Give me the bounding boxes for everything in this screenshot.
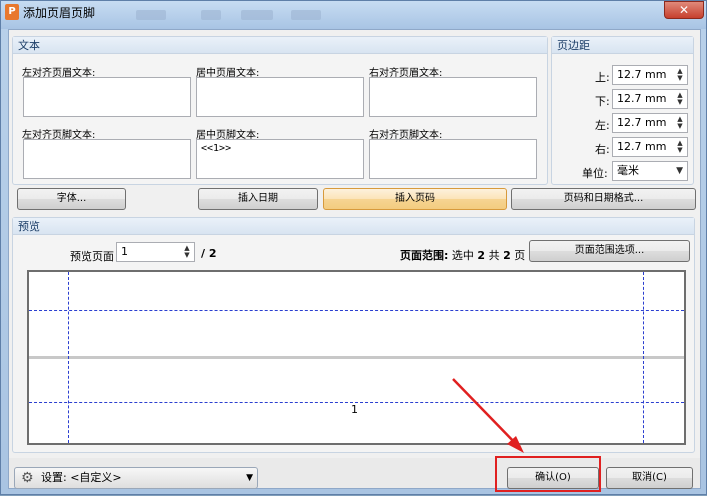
header-center-input[interactable]	[196, 77, 364, 117]
app-icon: P	[5, 4, 19, 20]
dialog-title: 添加页眉页脚	[23, 6, 96, 20]
page-range-suffix: 页	[514, 249, 526, 262]
chevron-down-icon[interactable]: ▼	[246, 468, 253, 488]
insert-page-number-button[interactable]: 插入页码	[323, 188, 507, 210]
preview-group-title: 预览	[13, 218, 694, 235]
footer-center-input[interactable]: <<1>>	[196, 139, 364, 179]
background-blur	[136, 10, 166, 20]
spin-arrows-icon[interactable]: ▲ ▼	[676, 140, 684, 154]
footer-left-input[interactable]	[23, 139, 191, 179]
margin-top-label: 上:	[595, 71, 610, 84]
settings-label: 设置:	[41, 471, 67, 484]
unit-value: 毫米	[617, 164, 639, 177]
gear-icon: ⚙	[21, 470, 34, 486]
margin-right-value: 12.7 mm	[617, 140, 667, 153]
text-group-title: 文本	[13, 37, 547, 54]
page-range-options-button[interactable]: 页面范围选项...	[529, 240, 690, 262]
settings-select[interactable]: ⚙ 设置: <自定义> ▼	[14, 467, 258, 489]
preview-page-value: 1	[121, 245, 128, 258]
page-range-mid: 共	[488, 249, 500, 262]
margins-group-title: 页边距	[552, 37, 693, 54]
margin-right-label: 右:	[595, 143, 610, 156]
spin-arrows-icon[interactable]: ▲ ▼	[183, 245, 191, 259]
right-margin-guide	[643, 272, 644, 443]
page-range-selected: 2	[477, 249, 486, 262]
cancel-button[interactable]: 取消(C)	[606, 467, 693, 489]
spin-arrows-icon[interactable]: ▲ ▼	[676, 116, 684, 130]
margin-left-label: 左:	[595, 119, 610, 132]
footer-right-input[interactable]	[369, 139, 537, 179]
left-margin-guide	[68, 272, 69, 443]
margins-group: 页边距 上: 12.7 mm ▲ ▼ 下: 12.7 mm ▲ ▼ 左: 12.7 …	[551, 36, 694, 185]
header-margin-guide	[29, 310, 684, 311]
margin-bottom-label: 下:	[595, 95, 610, 108]
page-range-prefix: 选中	[451, 249, 474, 262]
page-date-format-button[interactable]: 页码和日期格式...	[511, 188, 696, 210]
dialog-client: 文本 左对齐页眉文本: 居中页眉文本: 右对齐页眉文本: 左对齐页脚文本: 居中…	[8, 29, 701, 489]
spin-arrows-icon[interactable]: ▲ ▼	[676, 68, 684, 82]
font-button[interactable]: 字体...	[17, 188, 126, 210]
header-left-input[interactable]	[23, 77, 191, 117]
margin-bottom-value: 12.7 mm	[617, 92, 667, 105]
background-blur	[201, 10, 221, 20]
page-range-total: 2	[503, 249, 511, 262]
close-button[interactable]: ✕	[664, 1, 704, 19]
margin-top-value: 12.7 mm	[617, 68, 667, 81]
background-blur	[241, 10, 273, 20]
chevron-down-icon[interactable]: ▼	[676, 162, 683, 180]
margin-bottom-spin[interactable]: 12.7 mm ▲ ▼	[612, 89, 688, 109]
margin-left-spin[interactable]: 12.7 mm ▲ ▼	[612, 113, 688, 133]
unit-select[interactable]: 毫米 ▼	[612, 161, 688, 181]
preview-canvas[interactable]: 1	[27, 270, 686, 445]
margin-top-spin[interactable]: 12.7 mm ▲ ▼	[612, 65, 688, 85]
page-separator	[29, 356, 684, 359]
title-bar[interactable]: P 添加页眉页脚 ✕	[1, 1, 706, 29]
preview-page-label: 预览页面	[70, 250, 114, 263]
header-right-input[interactable]	[369, 77, 537, 117]
unit-label: 单位:	[582, 167, 608, 180]
settings-value: <自定义>	[70, 471, 122, 484]
annotation-highlight-box	[495, 456, 601, 492]
text-group: 文本 左对齐页眉文本: 居中页眉文本: 右对齐页眉文本: 左对齐页脚文本: 居中…	[12, 36, 548, 185]
insert-date-button[interactable]: 插入日期	[198, 188, 318, 210]
background-blur	[291, 10, 321, 20]
page-range-summary: 页面范围: 选中 2 共 2 页	[400, 247, 525, 263]
preview-page-spin[interactable]: 1 ▲ ▼	[116, 242, 195, 262]
dialog-window: P 添加页眉页脚 ✕ 文本 左对齐页眉文本: 居中页眉文本: 右对齐页眉文本: …	[0, 0, 707, 495]
footer-page-number: 1	[351, 403, 358, 416]
preview-page-total: / 2	[201, 247, 217, 260]
spin-arrows-icon[interactable]: ▲ ▼	[676, 92, 684, 106]
page-range-label: 页面范围:	[400, 249, 449, 262]
margin-left-value: 12.7 mm	[617, 116, 667, 129]
margin-right-spin[interactable]: 12.7 mm ▲ ▼	[612, 137, 688, 157]
